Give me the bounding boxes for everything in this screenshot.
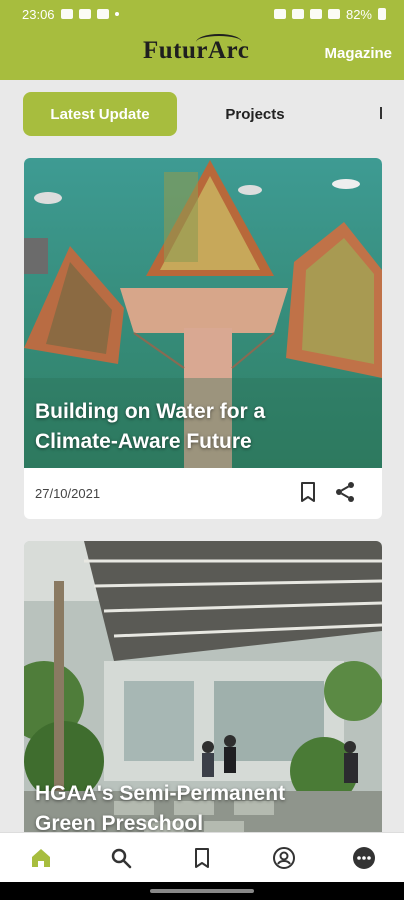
article-card[interactable]: Building on Water for a Climate-Aware Fu… [24,158,382,519]
notification-icon [78,9,91,19]
article-title[interactable]: HGAA's Semi-Permanent Green Preschool [35,779,335,839]
bookmark-icon[interactable] [296,480,320,504]
system-gesture-bar [0,882,404,900]
home-indicator[interactable] [150,889,254,893]
notification-icon [96,9,109,19]
wifi-icon [309,9,322,19]
battery-percentage: 82% [345,6,372,22]
article-title[interactable]: Building on Water for a Climate-Aware Fu… [35,397,335,457]
status-time: 23:06 [22,6,55,22]
battery-icon [378,8,386,20]
search-icon[interactable] [109,846,133,870]
magazine-link[interactable]: Magazine [324,45,392,62]
signal-icon [327,9,340,19]
alarm-icon [273,9,286,19]
notification-icon [60,9,73,19]
signal-icon [291,9,304,19]
tab-overflow-indicator[interactable] [380,107,382,119]
share-icon[interactable] [333,480,357,504]
status-bar: 23:06 82% [0,0,404,28]
category-tabs: Latest Update Projects [0,80,404,140]
tab-latest-update[interactable]: Latest Update [23,92,177,136]
tab-projects[interactable]: Projects [200,92,310,136]
article-footer: 27/10/2021 [24,468,382,519]
logo-arc-mark [196,34,242,50]
app-bar: FuturArc Magazine [0,28,404,80]
notification-dot-icon [114,12,119,16]
bookmark-icon[interactable] [190,846,214,870]
more-icon[interactable] [352,846,376,870]
article-card[interactable]: HGAA's Semi-Permanent Green Preschool [24,541,382,841]
profile-icon[interactable] [272,846,296,870]
article-date: 27/10/2021 [35,486,101,501]
home-icon[interactable] [29,846,53,870]
bottom-navigation [0,832,404,883]
